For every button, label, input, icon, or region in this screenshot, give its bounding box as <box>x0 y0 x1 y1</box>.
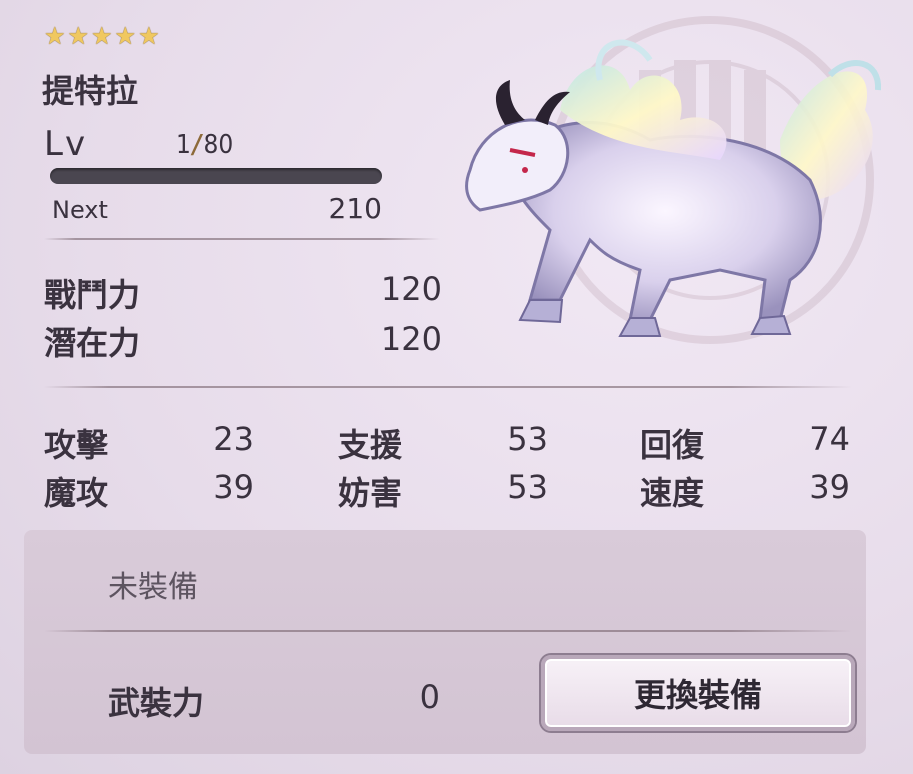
character-name: 提特拉 <box>42 72 139 110</box>
star-icon: ★ <box>114 22 137 50</box>
armament-power-label: 武裝力 <box>108 684 205 722</box>
creature-illustration <box>465 16 882 344</box>
star-icon: ★ <box>44 22 66 50</box>
divider <box>44 238 440 240</box>
potential-label: 潛在力 <box>44 324 141 362</box>
equipment-status: 未裝備 <box>108 570 198 605</box>
stat-attack-label: 攻擊 <box>44 426 109 464</box>
stat-magic-attack-value: 39 <box>213 468 254 506</box>
star-icon: ★ <box>91 22 113 50</box>
armament-power-value: 0 <box>419 678 440 716</box>
stat-attack-value: 23 <box>213 420 254 458</box>
next-label: Next <box>52 196 108 224</box>
level-value: 1/80 <box>176 130 233 160</box>
stat-speed-value: 39 <box>809 468 850 506</box>
next-value: 210 <box>328 192 382 225</box>
divider <box>44 630 852 632</box>
change-equipment-button[interactable]: 更換裝備 <box>541 655 855 731</box>
level-separator: / <box>192 130 202 160</box>
combat-power-label: 戰鬥力 <box>44 276 141 314</box>
combat-power-value: 120 <box>380 270 442 308</box>
stat-support-value: 53 <box>507 420 548 458</box>
current-level: 1 <box>176 130 191 160</box>
rarity-stars: ★ ★ ★ ★ ★ <box>44 24 160 48</box>
potential-value: 120 <box>380 320 442 358</box>
stat-recovery-value: 74 <box>809 420 850 458</box>
divider <box>44 386 852 388</box>
max-level: 80 <box>203 130 234 160</box>
level-label: Lv <box>44 124 88 164</box>
stat-magic-attack-label: 魔攻 <box>44 474 109 512</box>
stat-hinder-value: 53 <box>507 468 548 506</box>
star-icon: ★ <box>138 22 160 50</box>
star-icon: ★ <box>67 22 90 50</box>
stat-speed-label: 速度 <box>640 474 705 512</box>
stat-hinder-label: 妨害 <box>338 474 403 512</box>
stat-recovery-label: 回復 <box>640 426 705 464</box>
stat-support-label: 支援 <box>338 426 403 464</box>
exp-bar <box>50 168 382 184</box>
